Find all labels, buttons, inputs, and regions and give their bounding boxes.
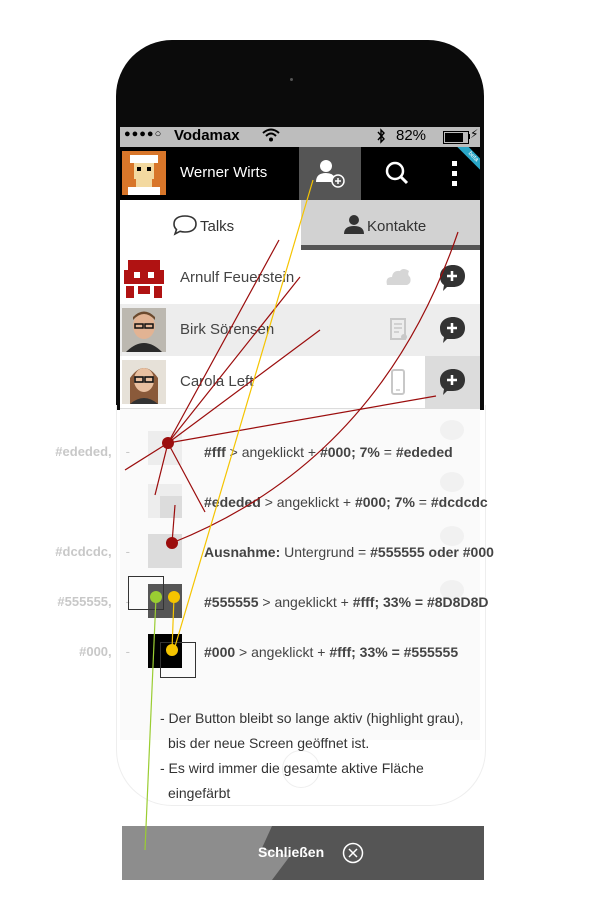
legend-side-label: #dcdcdc, - xyxy=(55,544,130,559)
legend-row-text: #ededed > angeklickt + #000; 7% = #dcdcd… xyxy=(204,494,488,510)
list-item[interactable]: Arnulf Feuerstein xyxy=(120,252,480,305)
phone-frame xyxy=(116,40,484,140)
avatar xyxy=(122,308,166,352)
search-button[interactable] xyxy=(368,147,428,200)
note-line: bis der neue Screen geöffnet ist. xyxy=(168,735,370,751)
tab-kontakte-label: Kontakte xyxy=(367,218,427,235)
legend-side-label: #ededed, - xyxy=(55,444,130,459)
swatch-dcdcdc-inner xyxy=(160,496,182,518)
legend-row: #fff > angeklickt + #000; 7% = #ededed xyxy=(204,444,453,460)
avatar xyxy=(122,256,166,300)
close-label: Schließen xyxy=(258,844,325,860)
phone-speaker xyxy=(290,78,293,81)
avatar[interactable] xyxy=(122,151,166,195)
add-talk-button[interactable] xyxy=(425,356,480,408)
legend-row: #555555 > angeklickt + #fff; 33% = #8D8D… xyxy=(204,594,488,610)
close-button[interactable]: Schließen xyxy=(122,826,484,880)
contact-name: Birk Sörensen xyxy=(180,321,275,338)
add-speech-icon xyxy=(440,369,465,395)
contact-name: Carola Left xyxy=(180,373,254,390)
notes: - Der Button bleibt so lange aktiv (high… xyxy=(160,706,464,806)
note-line: eingefärbt xyxy=(168,785,231,801)
tab-talks[interactable]: Talks xyxy=(120,200,301,250)
outline-box xyxy=(128,576,164,610)
add-contact-button[interactable] xyxy=(299,147,361,200)
battery-fill xyxy=(445,133,463,142)
legend-side-label: #000, - xyxy=(79,644,130,659)
swatch-dcdcdc xyxy=(148,534,182,568)
person-icon xyxy=(344,215,364,234)
battery-icon xyxy=(443,131,469,144)
list-item[interactable]: Birk Sörensen xyxy=(120,304,480,357)
legend-row-text: Ausnahme: Untergrund = #555555 oder #000 xyxy=(204,544,494,560)
tab-bar: Talks Kontakte xyxy=(120,200,480,250)
add-speech-icon xyxy=(440,317,465,343)
app-header: Werner Wirts beta xyxy=(120,147,480,200)
legend-row-text: #000 > angeklickt + #fff; 33% = #555555 xyxy=(204,644,459,660)
wifi-icon xyxy=(262,127,280,146)
battery-percent: 82% xyxy=(396,127,427,144)
add-talk-button[interactable] xyxy=(425,252,480,304)
legend-side-label: #555555, - xyxy=(57,594,130,609)
speech-bubble-icon xyxy=(173,215,197,236)
add-speech-icon xyxy=(440,265,465,291)
charging-icon: ⚡ xyxy=(470,127,479,141)
bluetooth-icon xyxy=(376,128,386,147)
status-bar: ●●●●○ Vodamax 82% ⚡ xyxy=(120,127,480,147)
tab-kontakte[interactable]: Kontakte xyxy=(301,200,480,250)
close-circle-icon xyxy=(342,842,364,864)
carrier-name: Vodamax xyxy=(174,127,240,144)
note-line: - Der Button bleibt so lange aktiv (high… xyxy=(160,710,464,726)
outline-box xyxy=(160,642,196,678)
document-icon xyxy=(383,317,413,343)
legend-row: #000 > angeklickt + #fff; 33% = #555555 xyxy=(204,644,458,660)
signal-strength: ●●●●○ xyxy=(124,128,163,140)
add-talk-button[interactable] xyxy=(425,304,480,356)
legend-row: #ededed > angeklickt + #000; 7% = #dcdcd… xyxy=(204,494,488,510)
swatch-ededed xyxy=(148,431,182,465)
beta-badge: beta xyxy=(457,147,480,170)
legend-row: Ausnahme: Untergrund = #555555 oder #000 xyxy=(204,544,494,560)
phone-frame-right xyxy=(480,130,484,410)
legend-row-text: #555555 > angeklickt + #fff; 33% = #8D8D… xyxy=(204,594,489,610)
legend-row-text: #fff > angeklickt + #000; 7% = #ededed xyxy=(204,444,453,460)
note-line: - Es wird immer die gesamte aktive Fläch… xyxy=(160,760,424,776)
contact-name: Arnulf Feuerstein xyxy=(180,269,295,286)
cloud-icon xyxy=(383,265,413,291)
phone-icon xyxy=(383,369,413,395)
tab-talks-label: Talks xyxy=(200,218,235,235)
user-name: Werner Wirts xyxy=(180,164,268,181)
list-item[interactable]: Carola Left xyxy=(120,356,480,409)
avatar xyxy=(122,360,166,404)
add-contact-icon xyxy=(316,160,345,188)
search-icon xyxy=(385,161,409,185)
